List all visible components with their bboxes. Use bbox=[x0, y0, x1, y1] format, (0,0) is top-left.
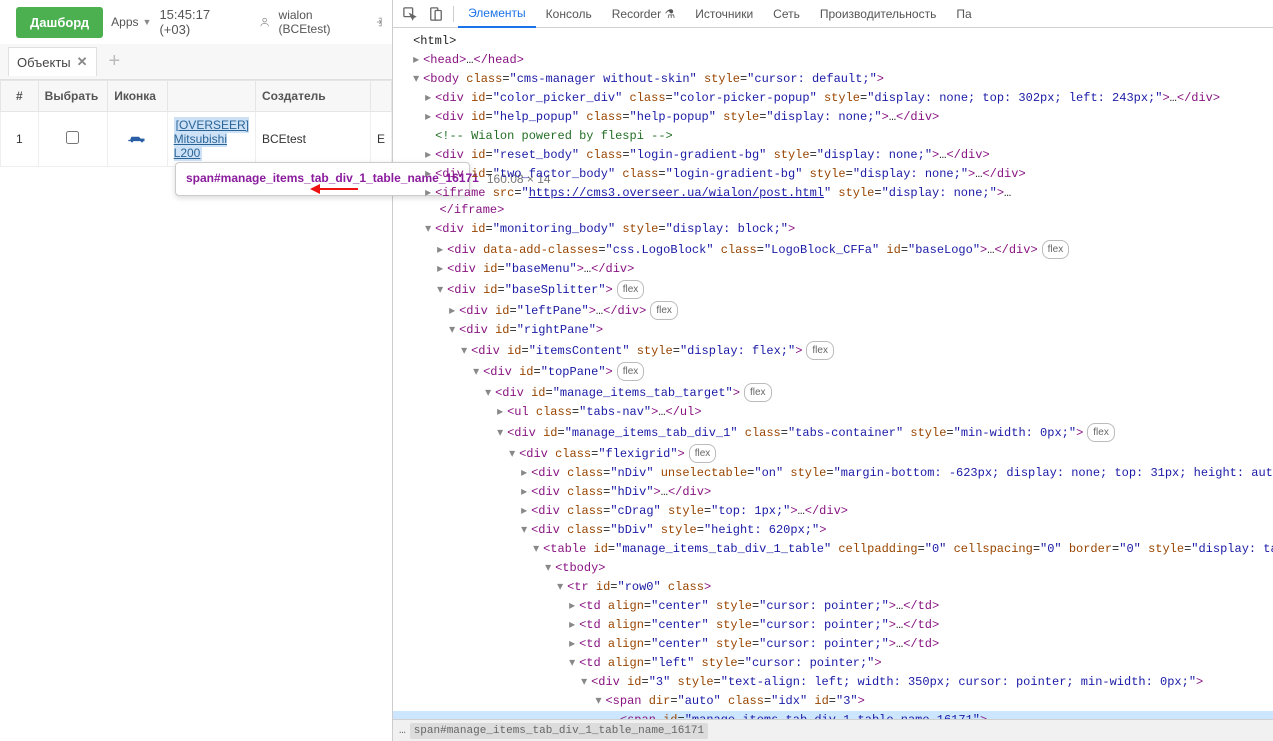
clock-text: 15:45:17 (+03) bbox=[159, 7, 221, 37]
col-extra[interactable] bbox=[371, 81, 392, 112]
cell-extra: E bbox=[371, 112, 392, 167]
cell-num: 1 bbox=[1, 112, 39, 167]
logout-icon[interactable] bbox=[372, 14, 384, 30]
devtab-elements[interactable]: Элементы bbox=[458, 0, 536, 28]
col-select[interactable]: Выбрать bbox=[38, 81, 108, 112]
table-row[interactable]: 1 [OVERSEER] Mitsubishi L200 BCEtest E bbox=[1, 112, 392, 167]
add-tab-button[interactable]: + bbox=[103, 50, 127, 73]
devtab-performance[interactable]: Производительность bbox=[810, 1, 946, 27]
devtools-tabbar: Элементы Консоль Recorder ⚗ Источники Се… bbox=[393, 0, 1273, 28]
app-pane: Дашборд Apps ▼ 15:45:17 (+03) wialon (BC… bbox=[0, 0, 393, 741]
table-header-row: # Выбрать Иконка Создатель bbox=[1, 81, 392, 112]
objects-table: # Выбрать Иконка Создатель 1 bbox=[0, 80, 392, 167]
dashboard-button[interactable]: Дашборд bbox=[16, 7, 103, 38]
user-name: wialon (BCEtest) bbox=[279, 8, 342, 36]
col-creator[interactable]: Создатель bbox=[256, 81, 371, 112]
dom-tree[interactable]: <html> <head>…</head> <body class="cms-m… bbox=[393, 28, 1273, 719]
tab-label: Объекты bbox=[17, 55, 71, 70]
tabs-bar: Объекты ✕ + bbox=[0, 44, 392, 80]
crumb-more[interactable]: … bbox=[399, 725, 406, 737]
chevron-down-icon: ▼ bbox=[143, 17, 152, 27]
cell-creator: BCEtest bbox=[256, 112, 371, 167]
devtab-recorder[interactable]: Recorder ⚗ bbox=[602, 1, 685, 27]
devtab-more[interactable]: Па bbox=[946, 1, 981, 27]
row-checkbox[interactable] bbox=[66, 131, 79, 144]
col-num[interactable]: # bbox=[1, 81, 39, 112]
apps-dropdown[interactable]: Apps ▼ bbox=[111, 15, 151, 29]
cell-icon bbox=[108, 112, 167, 167]
close-icon[interactable]: ✕ bbox=[77, 54, 88, 70]
cell-name[interactable]: [OVERSEER] Mitsubishi L200 bbox=[167, 112, 255, 167]
grid-area: # Выбрать Иконка Создатель 1 bbox=[0, 80, 392, 741]
device-toggle-icon[interactable] bbox=[423, 0, 449, 27]
col-name[interactable] bbox=[167, 81, 255, 112]
col-icon[interactable]: Иконка bbox=[108, 81, 167, 112]
apps-label: Apps bbox=[111, 15, 138, 29]
top-bar: Дашборд Apps ▼ 15:45:17 (+03) wialon (BC… bbox=[0, 0, 392, 44]
cell-select bbox=[38, 112, 108, 167]
devtab-sources[interactable]: Источники bbox=[685, 1, 763, 27]
beaker-icon: ⚗ bbox=[664, 7, 675, 21]
object-name-link[interactable]: [OVERSEER] Mitsubishi L200 bbox=[174, 117, 249, 161]
tab-objects[interactable]: Объекты ✕ bbox=[8, 47, 97, 76]
devtab-network[interactable]: Сеть bbox=[763, 1, 810, 27]
crumb-selected[interactable]: span#manage_items_tab_div_1_table_name_1… bbox=[410, 723, 708, 739]
inspect-icon[interactable] bbox=[397, 0, 423, 27]
breadcrumb-bar[interactable]: … span#manage_items_tab_div_1_table_name… bbox=[393, 719, 1273, 741]
devtab-console[interactable]: Консоль bbox=[536, 1, 602, 27]
devtools-pane: Элементы Консоль Recorder ⚗ Источники Се… bbox=[393, 0, 1273, 741]
user-icon bbox=[259, 14, 270, 30]
vehicle-icon bbox=[127, 131, 147, 145]
user-block[interactable]: wialon (BCEtest) bbox=[259, 8, 342, 36]
